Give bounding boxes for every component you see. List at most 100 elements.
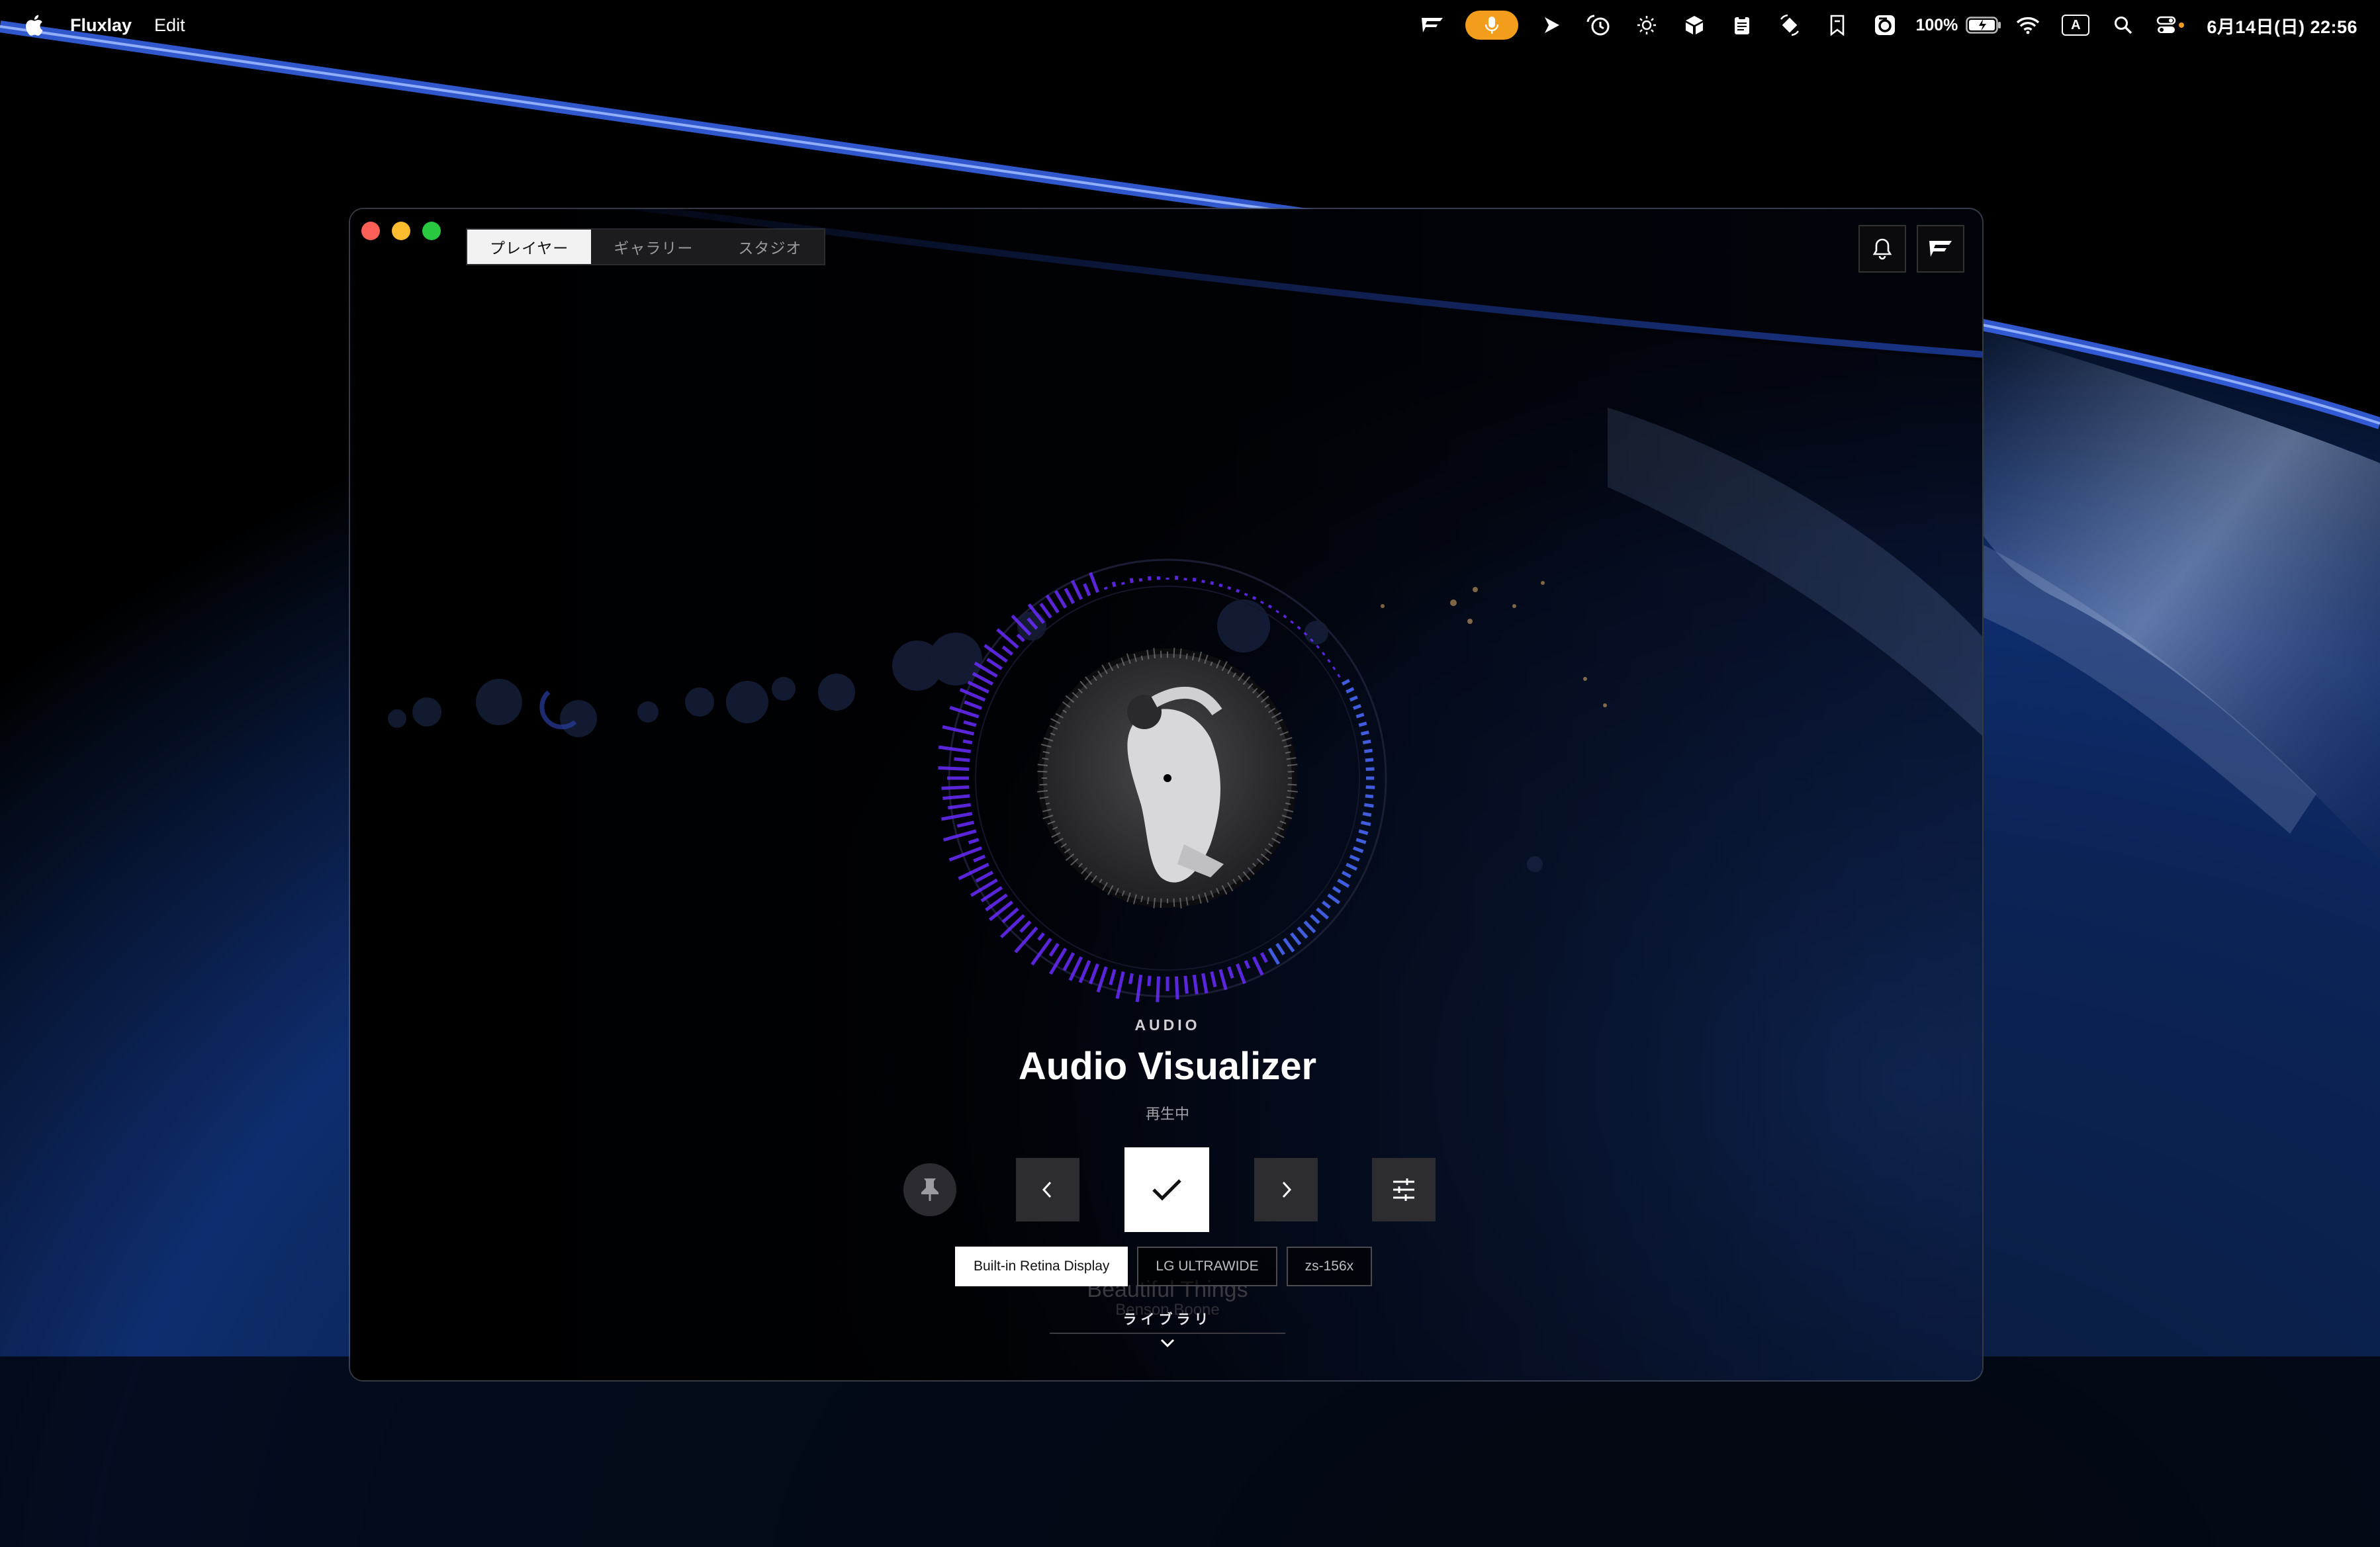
inner-tick [1045, 802, 1050, 805]
playback-status: 再生中 [1145, 1106, 1189, 1122]
spectrum-bar [1362, 739, 1371, 744]
spectrum-bar [1001, 907, 1019, 924]
spectrum-bar [1337, 878, 1350, 888]
search-icon[interactable] [2099, 0, 2147, 50]
spectrum-bar [1321, 652, 1326, 656]
spectrum-bar [1236, 589, 1240, 594]
spectrum-bar [1244, 959, 1251, 969]
spectrum-bar [949, 705, 980, 719]
media-category: AUDIO [1134, 1016, 1201, 1034]
spectrum-bar [956, 820, 975, 828]
spectrum-bar [968, 838, 980, 844]
spectrum-bar [1360, 820, 1371, 826]
inner-tick [1173, 898, 1175, 907]
chevron-down-icon[interactable] [1158, 1334, 1177, 1352]
spectrum-bar [1218, 583, 1223, 588]
spectrum-bar [1316, 907, 1330, 920]
menu-edit[interactable]: Edit [154, 15, 185, 36]
spectrum-bar [1275, 609, 1280, 614]
spectrum-bar [1088, 963, 1099, 985]
spectrum-bar [938, 745, 972, 754]
wifi-icon[interactable] [2004, 0, 2052, 50]
play-arrow-icon[interactable] [1528, 0, 1575, 50]
timer-icon[interactable] [1575, 0, 1623, 50]
spectrum-bar [1275, 942, 1285, 955]
media-title: Audio Visualizer [1018, 1045, 1317, 1088]
spectrum-bar [973, 854, 986, 863]
spectrum-bar [1147, 975, 1152, 987]
spectrum-bar [1037, 932, 1045, 941]
display-option-zs156x[interactable]: zs-156x [1286, 1247, 1373, 1286]
spectrum-bar [1048, 942, 1060, 957]
spectrum-bar [1297, 926, 1308, 939]
library-toggle-label[interactable]: ライブラリ [350, 1309, 1982, 1329]
spectrum-bar [1089, 572, 1099, 594]
flag-icon[interactable] [1408, 0, 1456, 50]
spectrum-bar [1054, 590, 1068, 609]
spectrum-bar [1267, 604, 1273, 609]
spectrum-bar [1346, 687, 1355, 694]
spectrum-bar [1259, 600, 1264, 605]
chevron-left-icon [1042, 1181, 1052, 1198]
pin-button[interactable] [903, 1163, 956, 1216]
spectrum-bar [1327, 658, 1331, 663]
control-center-icon[interactable] [2147, 0, 2195, 50]
battery-icon[interactable] [1963, 0, 2004, 50]
spectrum-bar [964, 700, 983, 710]
spectrum-bar [1103, 586, 1108, 590]
spectrum-bar [1310, 638, 1314, 642]
spectrum-bar [1267, 948, 1280, 965]
spectrum-bar [1365, 794, 1374, 799]
spectrum-bar [1128, 973, 1134, 985]
display-option-lg-ultrawide[interactable]: LG ULTRAWIDE [1137, 1247, 1277, 1286]
app-icon[interactable] [1861, 0, 1909, 50]
microphone-icon[interactable] [1465, 11, 1519, 40]
rotate-icon[interactable] [1766, 0, 1813, 50]
spectrum-bar [1346, 862, 1358, 871]
spectrum-bar [1135, 974, 1143, 1002]
spectrum-bar [1303, 632, 1308, 636]
spectrum-bar [954, 757, 970, 762]
spectrum-bar [1290, 932, 1302, 946]
input-source-icon[interactable]: A [2052, 0, 2099, 50]
input-source-label: A [2062, 15, 2090, 36]
cube-icon[interactable] [1671, 0, 1718, 50]
spectrum-bar [1070, 580, 1083, 600]
apple-icon[interactable] [24, 13, 44, 37]
spectrum-bar [972, 672, 994, 686]
spectrum-bar [1201, 580, 1205, 584]
bookmark-icon[interactable] [1813, 0, 1861, 50]
spectrum-bar [1365, 767, 1375, 772]
previous-button[interactable] [1016, 1158, 1079, 1221]
display-selector: Built-in Retina Display LG ULTRAWIDE zs-… [955, 1247, 1373, 1286]
spectrum-bar [1360, 730, 1369, 736]
spectrum-bar [1321, 901, 1331, 909]
spectrum-bar [1341, 870, 1351, 879]
display-option-builtin[interactable]: Built-in Retina Display [955, 1247, 1128, 1286]
spectrum-bar [1252, 596, 1257, 600]
spectrum-bar [1352, 846, 1364, 854]
spectrum-bar [1358, 829, 1369, 835]
app-menu-name[interactable]: Fluxlay [70, 15, 132, 36]
next-button[interactable] [1254, 1158, 1318, 1221]
spectrum-bar [1016, 633, 1025, 642]
apply-button[interactable] [1124, 1147, 1209, 1232]
spectrum-bar [1039, 602, 1052, 619]
spectrum-bar [1297, 625, 1301, 630]
spectrum-bar [1349, 695, 1358, 702]
spectrum-bar [1355, 838, 1367, 844]
brightness-icon[interactable] [1623, 0, 1671, 50]
spectrum-bar [1341, 678, 1350, 686]
spectrum-bar [1062, 951, 1076, 971]
spectrum-bar [1156, 976, 1161, 1002]
spectrum-bar [967, 680, 989, 694]
menubar-clock[interactable]: 6月14日(日) 22:56 [2207, 13, 2357, 38]
adjustments-button[interactable] [1372, 1158, 1436, 1221]
clipboard-icon[interactable] [1718, 0, 1766, 50]
spectrum-bar [1129, 578, 1134, 584]
spectrum-bar [1332, 666, 1336, 670]
app-window: プレイヤー ギャラリー スタジオ AUDIO Audio Visualizer … [349, 208, 1984, 1382]
sliders-icon [1393, 1178, 1414, 1201]
spectrum-bar [1210, 581, 1214, 586]
spectrum-bar [942, 725, 975, 736]
